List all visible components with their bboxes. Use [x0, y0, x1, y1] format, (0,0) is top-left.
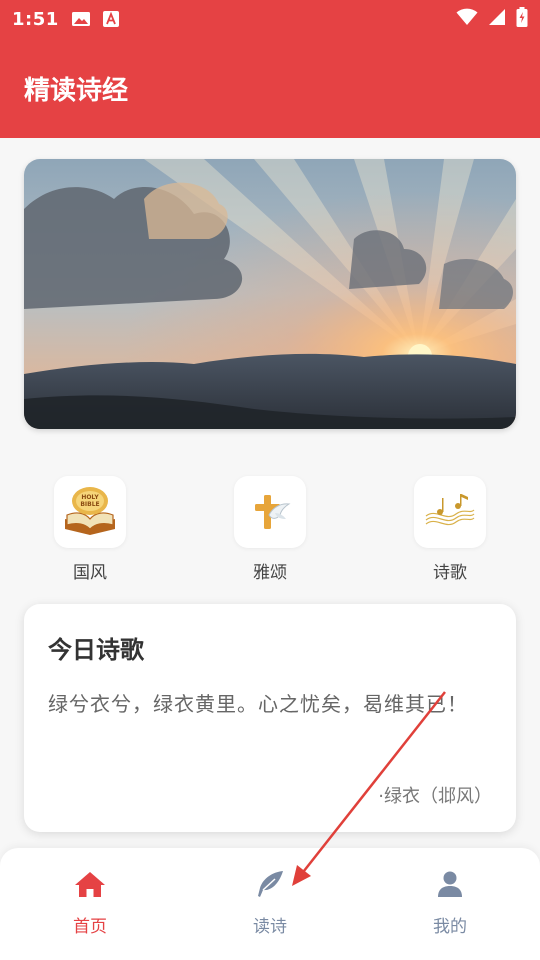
tab-profile-label: 我的	[433, 917, 467, 937]
sunrise-banner-image	[24, 159, 516, 429]
bottom-tab-bar: 首页 读诗 我的	[0, 848, 540, 960]
app-bar: 精读诗经	[0, 38, 540, 138]
tab-home-label: 首页	[73, 917, 107, 937]
daily-poem-title: 今日诗歌	[48, 636, 144, 664]
category-guofeng[interactable]: HOLY BIBLE 国风	[30, 476, 150, 583]
daily-poem-text: 绿兮衣兮，绿衣黄里。心之忧矣，曷维其已！	[48, 692, 468, 716]
category-label: 雅颂	[253, 563, 287, 583]
tab-read-poems[interactable]: 读诗	[210, 870, 330, 937]
svg-text:BIBLE: BIBLE	[80, 501, 99, 508]
battery-charging-icon	[516, 7, 528, 31]
category-yasong[interactable]: 雅颂	[210, 476, 330, 583]
daily-poem-source: ·绿衣（邶风）	[378, 786, 492, 807]
daily-poem-card[interactable]: 今日诗歌 绿兮衣兮，绿衣黄里。心之忧矣，曷维其已！ ·绿衣（邶风）	[24, 604, 516, 832]
tab-home[interactable]: 首页	[30, 870, 150, 937]
person-icon	[436, 870, 464, 902]
status-time: 1:51	[12, 8, 59, 30]
category-label: 诗歌	[433, 563, 467, 583]
image-icon	[71, 11, 91, 27]
status-bar: 1:51	[0, 0, 540, 38]
signal-icon	[488, 8, 506, 30]
banner-image[interactable]	[24, 159, 516, 429]
svg-text:HOLY: HOLY	[81, 494, 99, 501]
tab-profile[interactable]: 我的	[390, 870, 510, 937]
app-title: 精读诗经	[24, 75, 129, 106]
category-shige[interactable]: 诗歌	[390, 476, 510, 583]
bible-book-icon: HOLY BIBLE	[54, 476, 126, 548]
text-a-icon	[102, 11, 119, 27]
feather-icon	[255, 870, 285, 902]
category-row: HOLY BIBLE 国风 雅颂 诗歌	[0, 470, 540, 590]
home-icon	[74, 870, 106, 902]
music-notes-icon	[414, 476, 486, 548]
tab-read-poems-label: 读诗	[253, 917, 287, 937]
category-label: 国风	[73, 563, 107, 583]
cross-dove-icon	[234, 476, 306, 548]
wifi-icon	[456, 8, 478, 30]
